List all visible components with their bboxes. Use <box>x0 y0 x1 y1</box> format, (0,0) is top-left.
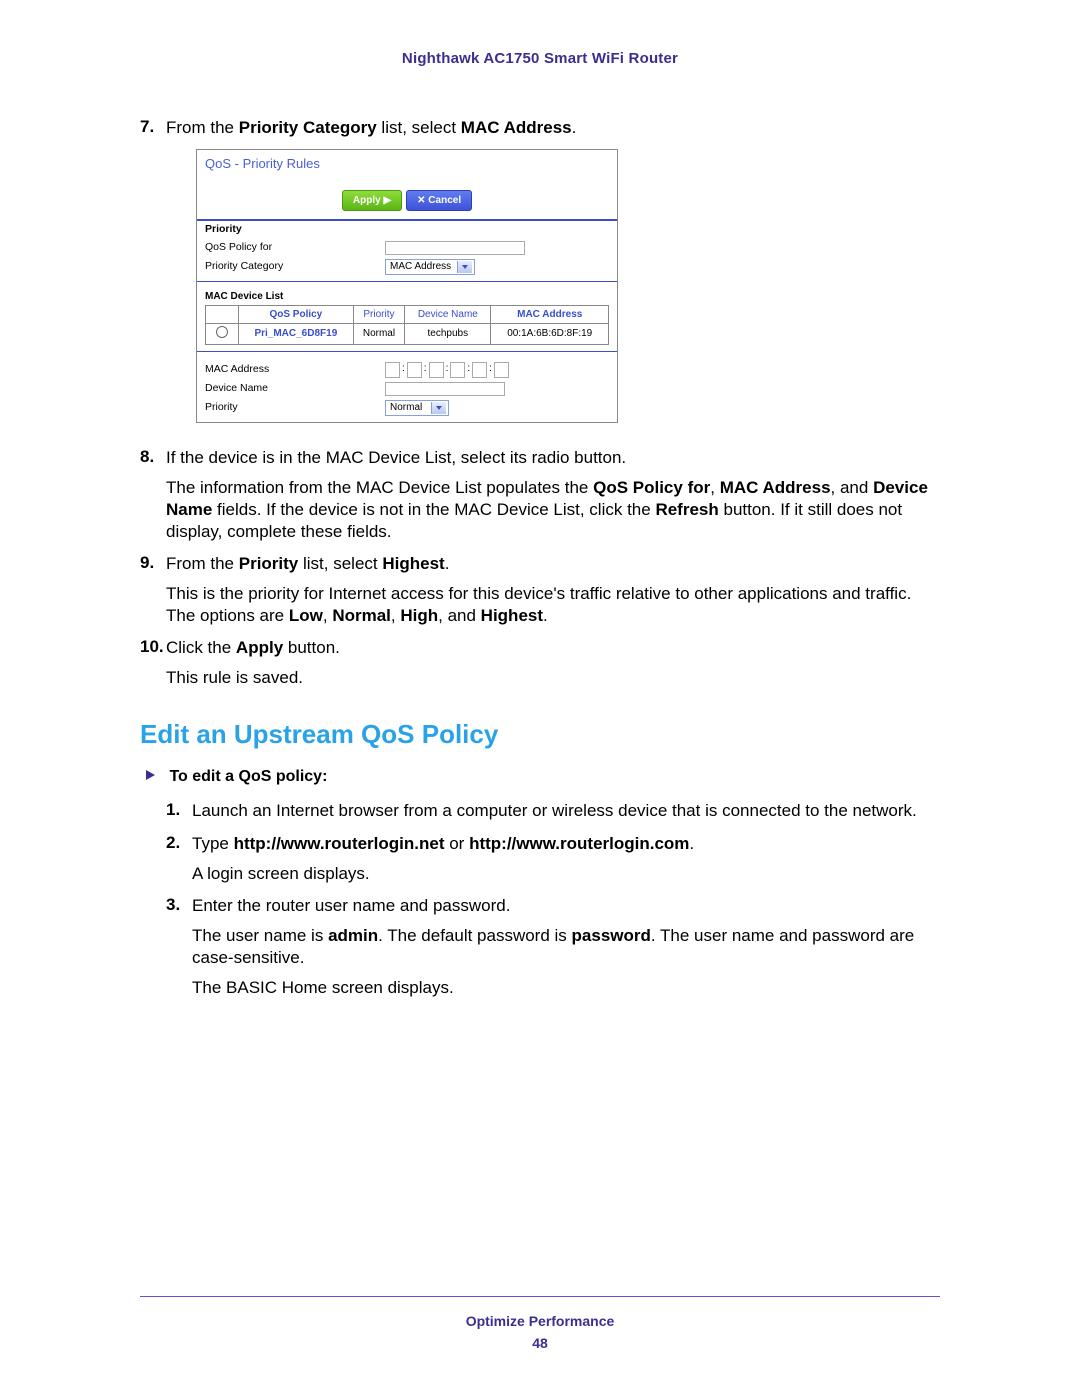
mac-segment-input[interactable] <box>407 362 422 378</box>
step-list-b: 1.Launch an Internet browser from a comp… <box>166 800 940 999</box>
step-number: 10. <box>140 637 166 657</box>
chevron-right-icon <box>146 770 155 780</box>
cancel-button[interactable]: ✕ Cancel <box>406 190 472 211</box>
panel-title: QoS - Priority Rules <box>197 150 617 187</box>
step-continuation: This is the priority for Internet access… <box>166 583 936 627</box>
step-continuation: The BASIC Home screen displays. <box>192 977 936 999</box>
step-item: 9.From the Priority list, select Highest… <box>140 553 940 627</box>
step-body: Enter the router user name and password.… <box>192 895 936 999</box>
chevron-down-icon <box>431 402 446 414</box>
step-number: 7. <box>140 117 166 137</box>
step-item: 7.From the Priority Category list, selec… <box>140 117 940 437</box>
page-header: Nighthawk AC1750 Smart WiFi Router <box>140 50 940 67</box>
field-label: QoS Policy for <box>205 241 385 255</box>
step-number: 8. <box>140 447 166 467</box>
task-title: To edit a QoS policy: <box>169 768 327 785</box>
field-label: Priority <box>205 401 385 415</box>
table-header: QoS Policy <box>239 305 354 323</box>
mac-segment-input[interactable] <box>450 362 465 378</box>
step-body: Type http://www.routerlogin.net or http:… <box>192 833 936 885</box>
task-heading: To edit a QoS policy: <box>146 768 940 786</box>
apply-button[interactable]: Apply ▶ <box>342 190 402 211</box>
mac-segment-input[interactable] <box>472 362 487 378</box>
footer-text: Optimize Performance <box>0 1313 1080 1329</box>
page-footer: Optimize Performance 48 <box>0 1296 1080 1351</box>
page-number: 48 <box>0 1335 1080 1351</box>
chevron-down-icon <box>457 261 472 273</box>
document-page: Nighthawk AC1750 Smart WiFi Router 7.Fro… <box>0 0 1080 1397</box>
step-continuation: A login screen displays. <box>192 863 936 885</box>
mac-segment-input[interactable] <box>494 362 509 378</box>
table-header <box>206 305 239 323</box>
step-body: Click the Apply button.This rule is save… <box>166 637 936 689</box>
step-item: 1.Launch an Internet browser from a comp… <box>166 800 940 822</box>
device-name-input[interactable] <box>385 382 505 396</box>
mac-device-list-heading: MAC Device List <box>197 282 617 305</box>
field-row: Priority <box>197 221 617 239</box>
field-row: Device Name <box>197 380 617 398</box>
mac-segment-input[interactable] <box>429 362 444 378</box>
step-body: If the device is in the MAC Device List,… <box>166 447 936 543</box>
step-item: 8.If the device is in the MAC Device Lis… <box>140 447 940 543</box>
step-item: 3.Enter the router user name and passwor… <box>166 895 940 999</box>
step-list-a: 7.From the Priority Category list, selec… <box>140 117 940 689</box>
step-number: 3. <box>166 895 192 915</box>
step-item: 2.Type http://www.routerlogin.net or htt… <box>166 833 940 885</box>
step-item: 10.Click the Apply button.This rule is s… <box>140 637 940 689</box>
priority-select[interactable]: Normal <box>385 400 449 416</box>
step-continuation: The information from the MAC Device List… <box>166 477 936 543</box>
section-heading: Edit an Upstream QoS Policy <box>140 719 940 750</box>
field-row: QoS Policy for <box>197 239 617 257</box>
field-label: MAC Address <box>205 363 385 377</box>
table-header: Device Name <box>405 305 491 323</box>
row-radio[interactable] <box>216 326 228 338</box>
footer-rule <box>140 1296 940 1297</box>
mac-segment-input[interactable] <box>385 362 400 378</box>
table-header: Priority <box>353 305 405 323</box>
field-row: PriorityNormal <box>197 398 617 418</box>
step-body: From the Priority Category list, select … <box>166 117 936 437</box>
step-continuation: The user name is admin. The default pass… <box>192 925 936 969</box>
qos-screenshot: QoS - Priority RulesApply ▶✕ CancelPrior… <box>196 149 618 423</box>
table-header: MAC Address <box>491 305 609 323</box>
field-row: MAC Address::::: <box>197 360 617 380</box>
field-label: Priority Category <box>205 260 385 274</box>
table-row: Pri_MAC_6D8F19Normaltechpubs00:1A:6B:6D:… <box>206 323 609 344</box>
step-body: From the Priority list, select Highest.T… <box>166 553 936 627</box>
step-number: 2. <box>166 833 192 853</box>
priority-category-select[interactable]: MAC Address <box>385 259 475 275</box>
step-continuation: This rule is saved. <box>166 667 936 689</box>
step-body: Launch an Internet browser from a comput… <box>192 800 936 822</box>
field-row: Priority CategoryMAC Address <box>197 257 617 277</box>
field-label: Priority <box>205 223 385 237</box>
button-row: Apply ▶✕ Cancel <box>197 187 617 219</box>
mac-device-table: QoS PolicyPriorityDevice NameMAC Address… <box>205 305 609 345</box>
field-label: Device Name <box>205 382 385 396</box>
qos-policy-for-input[interactable] <box>385 241 525 255</box>
step-number: 9. <box>140 553 166 573</box>
step-number: 1. <box>166 800 192 820</box>
mac-address-inputs[interactable]: ::::: <box>385 362 509 378</box>
